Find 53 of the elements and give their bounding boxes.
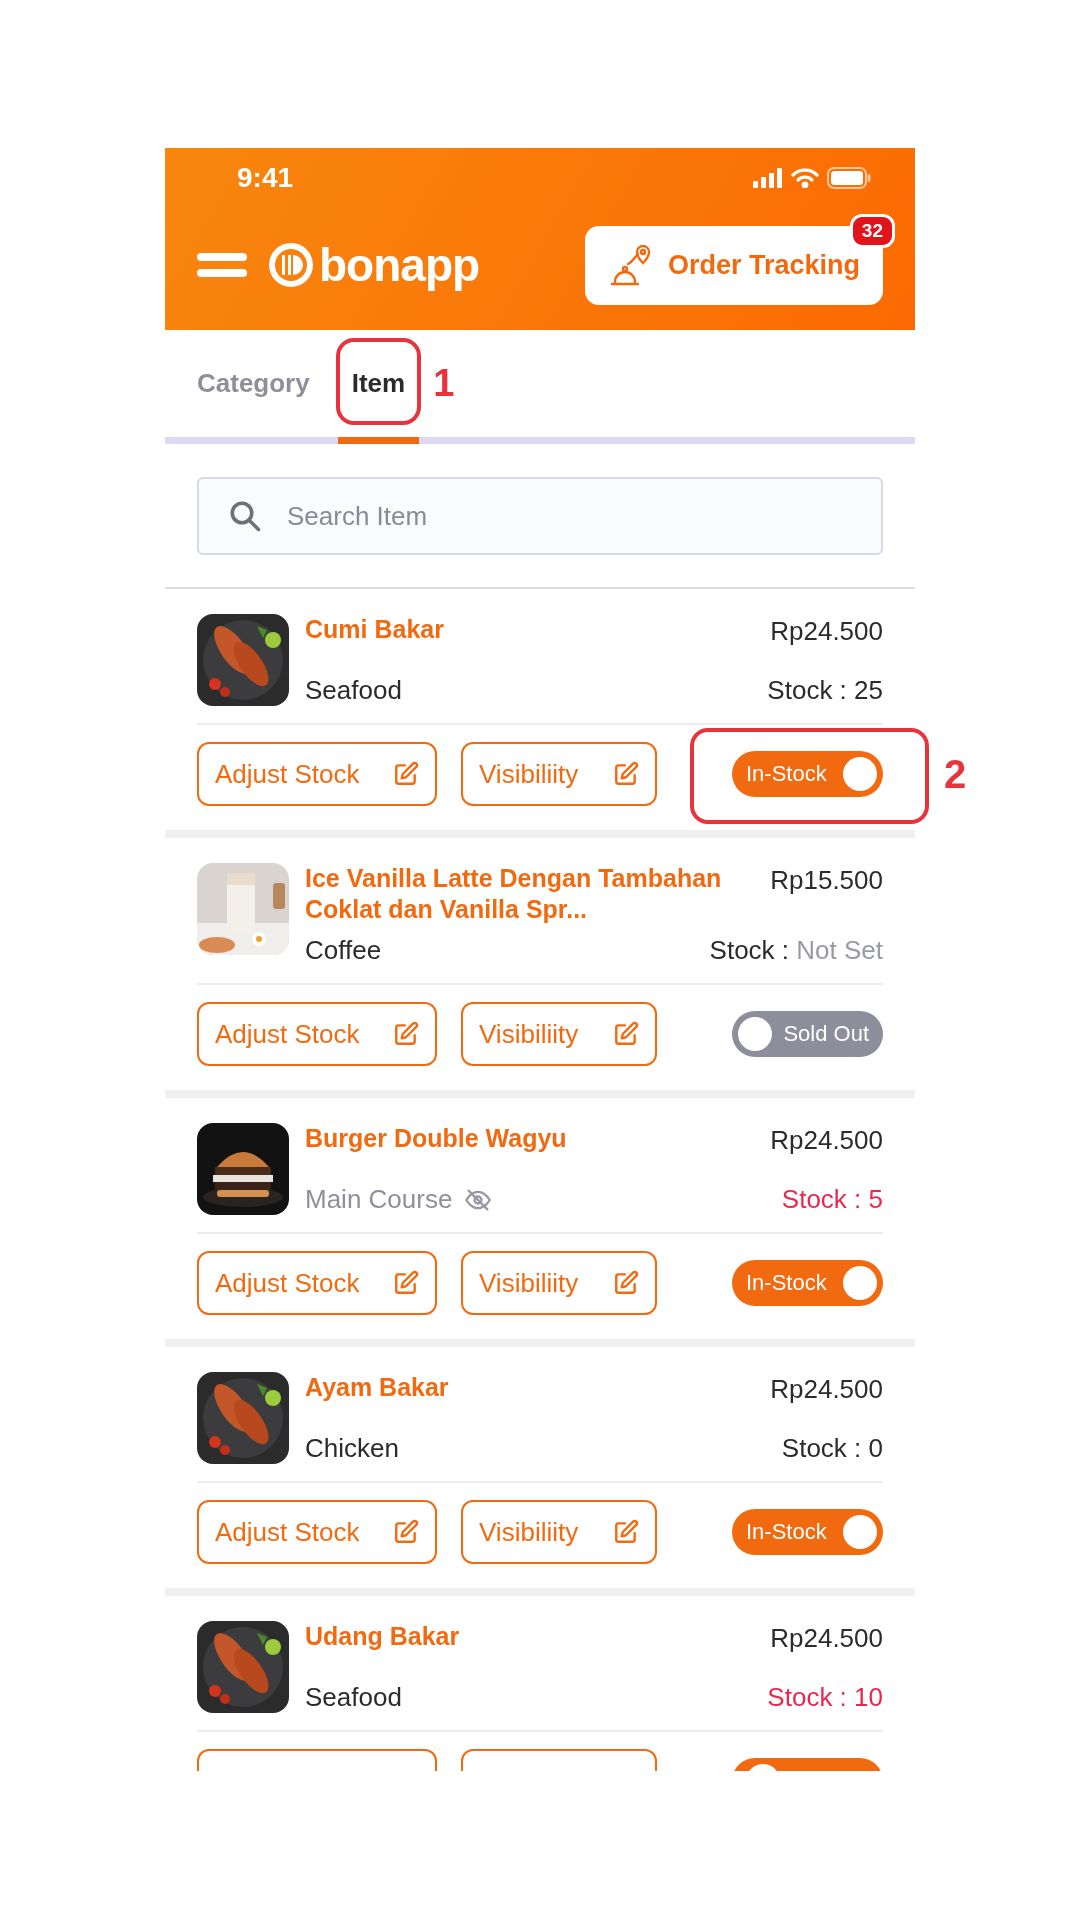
signal-icon bbox=[753, 168, 783, 188]
item-category: Seafood bbox=[305, 1682, 402, 1713]
edit-icon bbox=[393, 1270, 419, 1296]
adjust-stock-button[interactable]: Adjust Stock bbox=[197, 742, 437, 806]
item-name: Ice Vanilla Latte Dengan Tambahan Coklat dan Vanilla Spr... bbox=[305, 863, 723, 925]
edit-icon bbox=[613, 1519, 639, 1545]
visibility-button[interactable]: Visibiliity bbox=[461, 1500, 657, 1564]
stock-toggle[interactable]: In-Stock bbox=[732, 751, 883, 797]
item-price: Rp15.500 bbox=[770, 864, 883, 897]
stock-toggle[interactable]: Sold Out bbox=[732, 1011, 883, 1057]
adjust-stock-button[interactable]: Adjust Stock bbox=[197, 1002, 437, 1066]
stock-toggle[interactable]: In-Stock bbox=[732, 1260, 883, 1306]
adjust-stock-button[interactable]: Adjust Stock bbox=[197, 1251, 437, 1315]
visibility-button[interactable]: Visibiliity bbox=[461, 742, 657, 806]
item-price: Rp24.500 bbox=[770, 1124, 883, 1157]
item-name: Udang Bakar bbox=[305, 1621, 460, 1652]
item-stock: Stock : 25 bbox=[767, 675, 883, 706]
search-icon bbox=[227, 498, 263, 534]
search-field[interactable]: Search Item bbox=[197, 477, 883, 555]
tab[interactable]: Category bbox=[197, 330, 324, 437]
notification-badge: 32 bbox=[849, 213, 895, 248]
logo-text: bonapp bbox=[319, 238, 480, 292]
visibility-button[interactable]: Visibiliity bbox=[461, 1002, 657, 1066]
item-category: Chicken bbox=[305, 1433, 399, 1464]
item-name: Burger Double Wagyu bbox=[305, 1123, 567, 1154]
adjust-stock-button[interactable]: Adjust Stock bbox=[197, 1500, 437, 1564]
item-stock: Stock : 5 bbox=[781, 1184, 883, 1215]
wifi-icon bbox=[791, 168, 819, 188]
item-price: Rp24.500 bbox=[770, 615, 883, 648]
item-name: Ayam Bakar bbox=[305, 1372, 449, 1403]
edit-icon bbox=[393, 1519, 419, 1545]
item-stock: Stock : 10 bbox=[767, 1682, 883, 1713]
edit-icon bbox=[393, 761, 419, 787]
visibility-button[interactable]: Visibiliity bbox=[461, 1251, 657, 1315]
stock-toggle[interactable]: In-Stock bbox=[732, 1509, 883, 1555]
annotation-number: 1 bbox=[433, 362, 455, 405]
item-category: Coffee bbox=[305, 935, 382, 966]
edit-icon bbox=[613, 1270, 639, 1296]
edit-icon bbox=[613, 761, 639, 787]
item-price: Rp24.500 bbox=[770, 1373, 883, 1406]
annotation-number: 2 bbox=[944, 751, 967, 797]
item-category: Seafood bbox=[305, 675, 402, 706]
item-category: Main Course bbox=[305, 1184, 453, 1215]
item-stock: Stock : 0 bbox=[781, 1433, 883, 1464]
item-name: Cumi Bakar bbox=[305, 614, 444, 645]
item-price: Rp24.500 bbox=[770, 1622, 883, 1655]
tab[interactable]: Item bbox=[337, 330, 420, 437]
logo-icon bbox=[269, 243, 313, 287]
edit-icon bbox=[393, 1021, 419, 1047]
edit-icon bbox=[613, 1021, 639, 1047]
battery-icon bbox=[827, 167, 871, 189]
status-time: 9:41 bbox=[237, 162, 294, 194]
item-stock: Stock : Not Set bbox=[709, 935, 883, 966]
